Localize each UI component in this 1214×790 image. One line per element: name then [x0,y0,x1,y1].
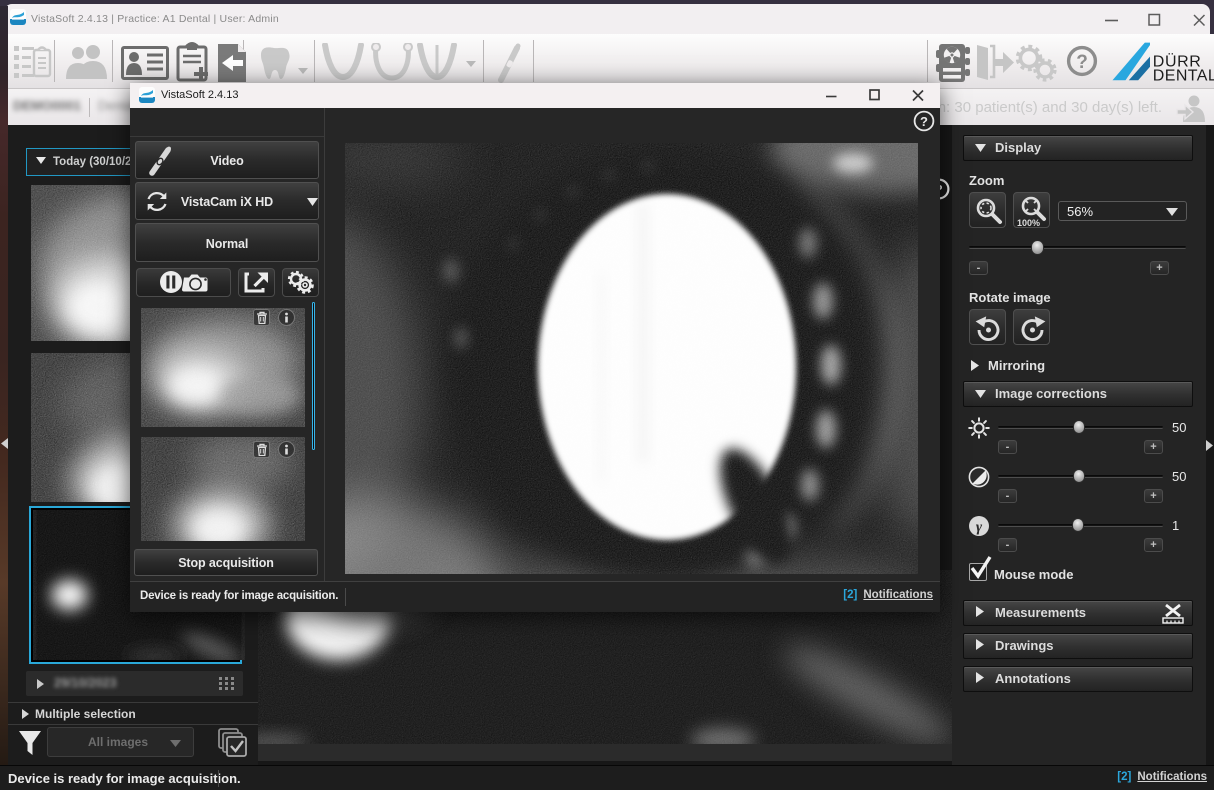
svg-text:γ: γ [976,520,983,536]
svg-text:?: ? [920,114,928,129]
svg-text:?: ? [1076,52,1088,73]
svg-text:100%: 100% [1017,218,1040,228]
svg-text:DENTAL: DENTAL [1153,67,1214,84]
